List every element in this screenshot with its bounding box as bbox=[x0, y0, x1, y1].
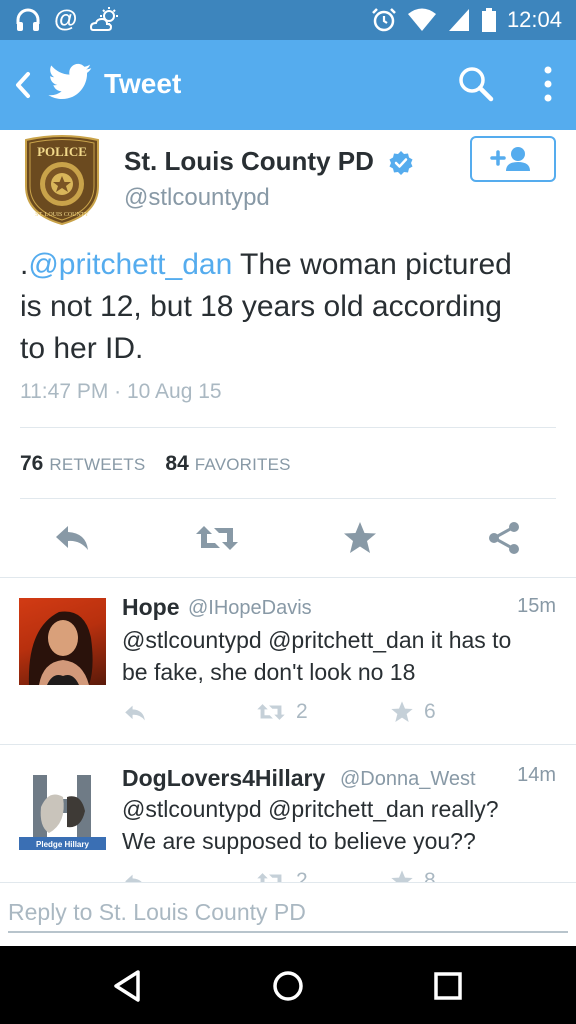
author-avatar[interactable]: POLICE ST. LOUIS COUNTY bbox=[22, 134, 102, 226]
reply-text: @stlcountypd @pritchett_dan really? We a… bbox=[122, 793, 562, 857]
retweet-icon bbox=[257, 704, 285, 720]
twitter-bird-icon bbox=[48, 63, 92, 100]
more-vertical-icon[interactable] bbox=[536, 64, 560, 104]
status-bar-system: 12:04 bbox=[371, 4, 562, 36]
reply-retweet-count: 2 bbox=[296, 700, 308, 723]
add-user-icon bbox=[490, 147, 530, 171]
favorites-count: 84 bbox=[165, 452, 189, 475]
tweet-timestamp: 11:47 PM · 10 Aug 15 bbox=[20, 380, 222, 403]
reply-text-line-1: @stlcountypd @pritchett_dan really? bbox=[122, 796, 499, 822]
divider bbox=[20, 498, 556, 499]
favorite-star-icon[interactable] bbox=[342, 520, 378, 556]
reply-favorite-action[interactable]: 8 bbox=[390, 869, 436, 882]
retweets-label: RETWEETS bbox=[49, 455, 146, 474]
navigation-bar bbox=[0, 946, 576, 1024]
reply-author-handle[interactable]: @Donna_West bbox=[340, 768, 476, 791]
status-bar: @ 12:04 bbox=[0, 0, 576, 40]
reply-retweet-action[interactable]: 2 bbox=[256, 700, 308, 724]
reply-favorite-action[interactable]: 6 bbox=[390, 700, 436, 724]
reply-avatar-caption: Pledge Hillary bbox=[36, 840, 89, 849]
battery-icon bbox=[481, 8, 496, 32]
divider bbox=[20, 427, 556, 428]
headphones-icon bbox=[16, 8, 40, 31]
favorites-stat[interactable]: 84 FAVORITES bbox=[165, 452, 290, 476]
retweets-count: 76 bbox=[20, 452, 44, 475]
clock: 12:04 bbox=[506, 7, 562, 32]
alarm-icon bbox=[372, 8, 396, 32]
reply-item[interactable]: Hope @IHopeDavis 15m @stlcountypd @pritc… bbox=[0, 578, 576, 743]
tweet-line-1: .@pritchett_dan The woman pictured bbox=[20, 244, 560, 286]
reply-text-line-2: be fake, she don't look no 18 bbox=[122, 659, 416, 685]
tweet-actions bbox=[0, 500, 576, 576]
favorites-label: FAVORITES bbox=[194, 455, 291, 474]
tweet-line-2: is not 12, but 18 years old according bbox=[20, 290, 502, 323]
verified-badge-icon bbox=[389, 151, 413, 175]
reply-author-name[interactable]: Hope bbox=[122, 594, 180, 621]
tweet-mention-link[interactable]: @pritchett_dan bbox=[28, 248, 232, 281]
reply-time: 15m bbox=[517, 595, 556, 617]
reply-retweet-count: 2 bbox=[296, 869, 308, 882]
retweets-stat[interactable]: 76 RETWEETS bbox=[20, 452, 145, 476]
reply-text: @stlcountypd @pritchett_dan it has to be… bbox=[122, 624, 562, 688]
nav-home-icon[interactable] bbox=[266, 964, 310, 1008]
reply-text-line-2: We are supposed to believe you?? bbox=[122, 828, 476, 854]
chevron-left-icon[interactable] bbox=[8, 68, 38, 102]
reply-time: 14m bbox=[517, 764, 556, 786]
reply-retweet-action[interactable]: 2 bbox=[256, 869, 308, 882]
reply-favorite-count: 6 bbox=[424, 700, 436, 723]
author-display-name[interactable]: St. Louis County PD bbox=[124, 146, 374, 177]
reply-author-name[interactable]: DogLovers4Hillary bbox=[122, 765, 325, 792]
retweet-icon[interactable] bbox=[194, 520, 240, 556]
reply-avatar[interactable] bbox=[19, 598, 106, 685]
avatar-title: POLICE bbox=[37, 144, 87, 159]
reply-item[interactable]: Pledge Hillary DogLovers4Hillary @Donna_… bbox=[0, 745, 576, 882]
reply-icon[interactable] bbox=[52, 520, 92, 556]
reply-author-handle[interactable]: @IHopeDavis bbox=[188, 597, 312, 620]
reply-icon[interactable] bbox=[122, 871, 148, 882]
reply-composer bbox=[0, 882, 576, 946]
nav-recents-icon[interactable] bbox=[426, 964, 470, 1008]
reply-favorite-count: 8 bbox=[424, 869, 436, 882]
screen-title: Tweet bbox=[104, 68, 182, 99]
reply-avatar[interactable]: Pledge Hillary bbox=[19, 767, 106, 854]
follow-button[interactable] bbox=[470, 136, 556, 182]
nav-back-icon[interactable] bbox=[106, 964, 150, 1008]
reply-input[interactable] bbox=[8, 893, 568, 933]
reply-text-line-1: @stlcountypd @pritchett_dan it has to bbox=[122, 627, 512, 653]
signal-icon bbox=[448, 9, 469, 31]
tweet-stats: 76 RETWEETS 84 FAVORITES bbox=[20, 452, 291, 476]
tweet-line-1-rest: The woman pictured bbox=[232, 248, 512, 281]
author-handle[interactable]: @stlcountypd bbox=[124, 184, 270, 212]
reply-avatar-photo: Pledge Hillary bbox=[19, 775, 106, 850]
favorite-star-icon bbox=[391, 870, 413, 882]
tweet-line-3: to her ID. bbox=[20, 332, 144, 365]
status-bar-notifications: @ bbox=[14, 6, 121, 34]
tweet-text: .@pritchett_dan The woman pictured is no… bbox=[20, 244, 560, 370]
action-bar: Tweet bbox=[0, 40, 576, 130]
wifi-icon bbox=[407, 8, 436, 31]
weather-icon bbox=[90, 7, 119, 31]
at-icon: @ bbox=[54, 6, 78, 33]
avatar-subtitle: ST. LOUIS COUNTY bbox=[35, 212, 89, 218]
reply-icon[interactable] bbox=[122, 702, 148, 724]
search-icon[interactable] bbox=[456, 64, 496, 104]
share-icon[interactable] bbox=[486, 520, 522, 556]
retweet-icon bbox=[257, 873, 282, 882]
reply-avatar-photo bbox=[28, 611, 93, 685]
favorite-star-icon bbox=[391, 701, 413, 722]
